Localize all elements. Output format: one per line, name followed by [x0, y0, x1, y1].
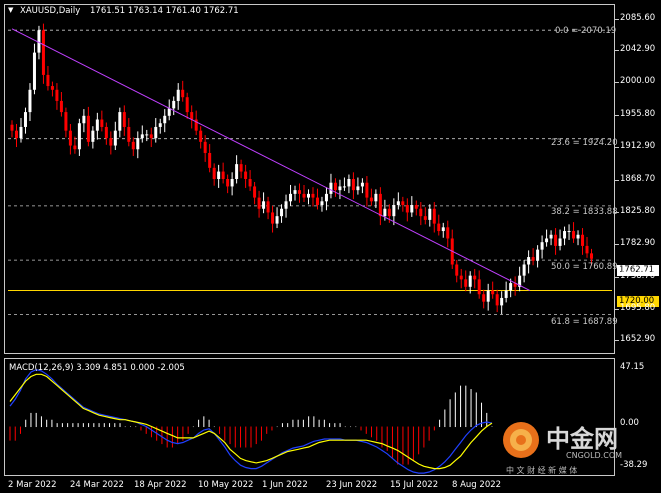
price-axis-label: 1955.80 — [620, 109, 656, 120]
price-axis-label: 1738.70 — [620, 270, 656, 281]
price-axis-label: 2000.00 — [620, 76, 656, 87]
price-axis-label: 1868.70 — [620, 173, 656, 184]
fib-label-618: 61.8 = 1687.89 — [551, 317, 618, 327]
date-axis-label: 23 Jun 2022 — [326, 480, 378, 490]
date-axis-label: 18 Apr 2022 — [134, 480, 187, 490]
price-axis-tick — [615, 340, 619, 342]
price-axis-tick — [615, 18, 619, 20]
price-axis-tick — [615, 82, 619, 84]
price-axis-tick — [615, 243, 619, 245]
watermark-url: CNGOLD.COM — [566, 451, 623, 460]
price-axis-tick — [615, 179, 619, 181]
price-axis-tick — [615, 115, 619, 117]
date-axis-label: 1 Jun 2022 — [262, 480, 308, 490]
price-axis-label: 1912.90 — [620, 141, 656, 152]
chart-window[interactable]: ▼ XAUUSD,Daily 1761.51 1763.14 1761.40 1… — [0, 0, 661, 493]
ohlc-label: 1761.51 1763.14 1761.40 1762.71 — [90, 6, 239, 16]
price-axis-tick — [615, 50, 619, 52]
price-axis-tick — [615, 308, 619, 310]
price-panel[interactable] — [4, 4, 615, 354]
price-axis-label: 2042.90 — [620, 44, 656, 55]
price-axis-label: 2085.60 — [620, 12, 656, 23]
price-axis-label: 1782.90 — [620, 237, 656, 248]
fib-label-0: 0.0 = 2070.19 — [555, 26, 617, 36]
date-axis-label: 24 Mar 2022 — [70, 480, 124, 490]
price-axis-label: 1825.80 — [620, 205, 656, 216]
cngold-logo-icon — [503, 422, 539, 458]
date-axis-label: 8 Aug 2022 — [452, 480, 502, 490]
watermark: 中金网 CNGOLD.COM 中 文 财 经 新 媒 体 — [500, 415, 650, 480]
fib-label-236: 23.6 = 1924.20 — [551, 138, 618, 148]
date-axis-label: 2 Mar 2022 — [8, 480, 57, 490]
fib-label-382: 38.2 = 1833.88 — [551, 207, 618, 217]
fib-label-500: 50.0 = 1760.89 — [551, 262, 618, 272]
date-axis-label: 15 Jul 2022 — [390, 480, 439, 490]
symbol-label: XAUUSD,Daily — [20, 6, 81, 16]
date-axis-label: 10 May 2022 — [198, 480, 254, 490]
watermark-name: 中金网 — [546, 425, 618, 453]
price-axis-tick — [615, 211, 619, 213]
menu-triangle-icon[interactable]: ▼ — [8, 6, 13, 14]
price-axis-tick — [615, 147, 619, 149]
macd-title: MACD(12,26,9) 3.309 4.851 0.000 -2.005 — [9, 363, 185, 373]
watermark-slogan: 中 文 财 经 新 媒 体 — [506, 466, 578, 475]
price-axis-label: 1652.90 — [620, 334, 656, 345]
price-axis-label: 1695.80 — [620, 302, 656, 313]
macd-axis-top: 47.15 — [620, 362, 645, 372]
price-axis-tick — [615, 276, 619, 278]
